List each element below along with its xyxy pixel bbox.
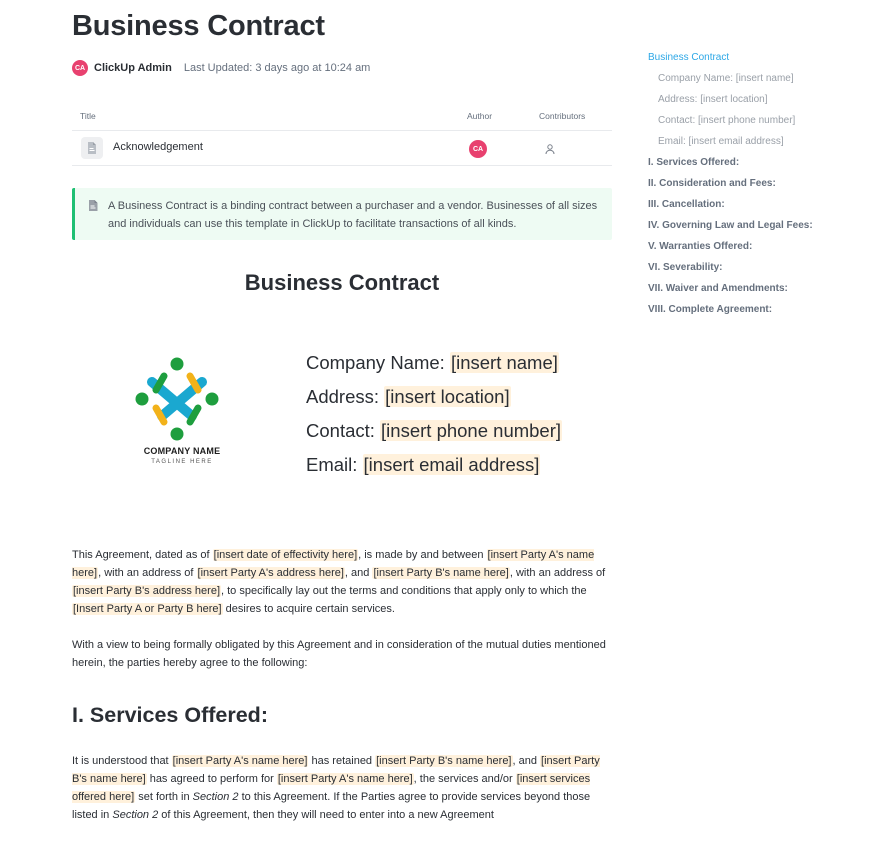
placeholder-party-b-name[interactable]: [insert Party B's name here] [372, 567, 510, 579]
section-reference: Section 2 [192, 791, 239, 803]
placeholder-party[interactable]: [Insert Party A or Party B here] [72, 603, 223, 615]
toc-item-company-name[interactable]: Company Name: [insert name] [658, 73, 794, 84]
toc-item-cancellation[interactable]: III. Cancellation: [648, 199, 725, 210]
row-title[interactable]: Acknowledgement [113, 141, 203, 153]
placeholder-party-a-name[interactable]: [insert Party A's name here] [171, 755, 309, 767]
agreement-paragraph[interactable]: This Agreement, dated as of [insert date… [72, 546, 612, 618]
placeholder-email[interactable]: [insert email address] [362, 454, 541, 475]
text-run: , and [344, 567, 373, 579]
document-icon [88, 199, 99, 217]
toc-item-complete-agreement[interactable]: VIII. Complete Agreement: [648, 304, 772, 315]
toc-item-contact[interactable]: Contact: [insert phone number] [658, 115, 795, 126]
section-reference: Section 2 [112, 809, 159, 821]
toc-item-address[interactable]: Address: [insert location] [658, 94, 768, 105]
text-run: , the services and/or [413, 773, 516, 785]
text-run: set forth in [135, 791, 193, 803]
field-label: Company Name: [306, 352, 445, 373]
toc-item-governing-law[interactable]: IV. Governing Law and Legal Fees: [648, 220, 813, 231]
text-run: has retained [308, 755, 376, 767]
text-run: , to specifically lay out the terms and … [221, 585, 587, 597]
services-paragraph[interactable]: It is understood that [insert Party A's … [72, 752, 612, 824]
logo-company-name: COMPANY NAME [143, 446, 221, 456]
section-heading-services: I. Services Offered: [72, 703, 268, 727]
table-header: Title Author Contributors [72, 106, 612, 131]
table-row[interactable]: Acknowledgement CA [72, 131, 612, 166]
toc-item-services-offered[interactable]: I. Services Offered: [648, 157, 739, 168]
toc-item-consideration-fees[interactable]: II. Consideration and Fees: [648, 178, 776, 189]
placeholder-party-a-address[interactable]: [insert Party A's address here] [196, 567, 345, 579]
last-updated: Last Updated: 3 days ago at 10:24 am [183, 62, 371, 74]
toc-item-business-contract[interactable]: Business Contract [648, 52, 729, 63]
field-label: Address: [306, 386, 380, 407]
address-line[interactable]: Address: [insert location] [306, 386, 562, 420]
toc-item-severability[interactable]: VI. Severability: [648, 262, 722, 273]
contributors-icon[interactable] [544, 142, 556, 160]
column-header-author: Author [467, 111, 493, 121]
text-run: It is understood that [72, 755, 172, 767]
row-author-avatar[interactable]: CA [469, 140, 487, 158]
placeholder-party-b-address[interactable]: [insert Party B's address here] [72, 585, 221, 597]
author-name[interactable]: ClickUp Admin [94, 62, 172, 74]
document-heading: Business Contract [244, 270, 440, 295]
placeholder-date[interactable]: [insert date of effectivity here] [212, 549, 359, 561]
placeholder-company-name[interactable]: [insert name] [449, 352, 559, 373]
logo-tagline: TAGLINE HERE [151, 459, 213, 465]
toc-item-warranties[interactable]: V. Warranties Offered: [648, 241, 752, 252]
text-run: , is made by and between [358, 549, 487, 561]
email-line[interactable]: Email: [insert email address] [306, 454, 562, 488]
field-label: Contact: [306, 420, 375, 441]
placeholder-party-b-name[interactable]: [insert Party B's name here] [375, 755, 513, 767]
document-icon [81, 137, 103, 159]
text-run: , with an address of [98, 567, 197, 579]
toc-item-email[interactable]: Email: [insert email address] [658, 136, 784, 147]
company-logo-mark-icon [135, 357, 219, 441]
placeholder-party-a-name[interactable]: [insert Party A's name here] [276, 773, 414, 785]
obligation-paragraph[interactable]: With a view to being formally obligated … [72, 636, 612, 672]
text-run: , with an address of [509, 567, 606, 579]
text-run: desires to acquire certain services. [222, 603, 395, 615]
placeholder-address[interactable]: [insert location] [384, 386, 511, 407]
relationship-table: Title Author Contributors Acknowledgemen… [72, 106, 612, 166]
doc-meta: CA ClickUp Admin Last Updated: 3 days ag… [72, 60, 370, 76]
text-run: has agreed to perform for [146, 773, 277, 785]
author-avatar[interactable]: CA [72, 60, 88, 76]
column-header-contributors: Contributors [539, 111, 586, 121]
callout-text: A Business Contract is a binding contrac… [108, 200, 598, 230]
text-run: This Agreement, dated as of [72, 549, 213, 561]
column-header-title: Title [80, 111, 96, 121]
company-logo: COMPANY NAME TAGLINE HERE [132, 356, 232, 476]
placeholder-contact[interactable]: [insert phone number] [380, 420, 563, 441]
contact-line[interactable]: Contact: [insert phone number] [306, 420, 563, 454]
page-title[interactable]: Business Contract [72, 10, 325, 43]
toc-item-waiver-amendments[interactable]: VII. Waiver and Amendments: [648, 283, 788, 294]
text-run: , and [512, 755, 541, 767]
company-info: Company Name: [insert name] Address: [in… [306, 352, 563, 488]
callout-block: A Business Contract is a binding contrac… [72, 188, 612, 240]
company-name-line[interactable]: Company Name: [insert name] [306, 352, 562, 386]
text-run: of this Agreement, then they will need t… [158, 809, 494, 821]
field-label: Email: [306, 454, 358, 475]
